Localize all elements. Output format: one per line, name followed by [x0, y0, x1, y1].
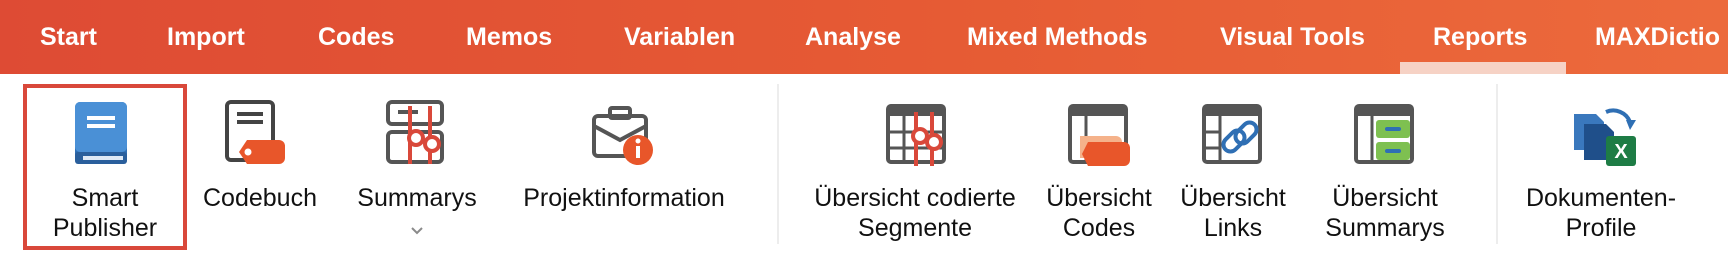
group-separator — [1496, 84, 1498, 244]
ribbon-tab-bar: Start Import Codes Memos Variablen Analy… — [0, 0, 1728, 74]
tab-mixed-methods[interactable]: Mixed Methods — [967, 0, 1148, 74]
uebersicht-codierte-segmente-button[interactable]: Übersicht codierte Segmente — [802, 84, 1028, 250]
uebersicht-summarys-button[interactable]: Übersicht Summarys — [1312, 84, 1458, 250]
tab-memos[interactable]: Memos — [466, 0, 552, 74]
uebersicht-codierte-segmente-label-line2: Segmente — [858, 214, 972, 242]
codebuch-button[interactable]: Codebuch — [195, 84, 325, 250]
uebersicht-codes-label-line1: Übersicht — [1046, 184, 1152, 212]
uebersicht-codes-label-line2: Codes — [1062, 214, 1136, 242]
chevron-down-icon[interactable] — [405, 224, 429, 238]
tab-maxdictio[interactable]: MAXDictio — [1595, 0, 1720, 74]
uebersicht-links-label-line1: Übersicht — [1180, 184, 1286, 212]
dokumenten-profile-button[interactable]: X Dokumenten- Profile — [1516, 84, 1686, 250]
table-segments-icon — [886, 104, 946, 166]
uebersicht-links-label-line2: Links — [1203, 214, 1263, 242]
uebersicht-summarys-label-line2: Summarys — [1325, 214, 1445, 242]
summarys-label: Summarys — [357, 184, 477, 212]
tab-import[interactable]: Import — [167, 0, 245, 74]
uebersicht-summarys-label-line1: Übersicht — [1332, 184, 1438, 212]
table-summarys-icon — [1354, 104, 1414, 164]
tab-codes[interactable]: Codes — [318, 0, 394, 74]
selection-highlight — [23, 84, 187, 250]
codebuch-label: Codebuch — [203, 184, 317, 212]
active-tab-indicator — [1400, 62, 1566, 74]
tab-start[interactable]: Start — [40, 0, 97, 74]
svg-text:X: X — [1614, 141, 1628, 163]
table-links-icon — [1202, 104, 1262, 164]
uebersicht-codes-button[interactable]: Übersicht Codes — [1036, 84, 1162, 250]
group-separator — [777, 84, 779, 244]
dokumenten-profile-label-line2: Profile — [1565, 214, 1637, 242]
table-codes-icon — [1068, 104, 1130, 166]
dokumenten-profile-label-line1: Dokumenten- — [1525, 184, 1677, 212]
summary-icon — [386, 100, 444, 164]
briefcase-info-icon — [592, 106, 653, 165]
tab-variablen[interactable]: Variablen — [624, 0, 735, 74]
excel-export-icon: X — [1574, 108, 1636, 166]
tab-visual-tools[interactable]: Visual Tools — [1220, 0, 1365, 74]
codebook-icon — [225, 100, 285, 164]
projektinformation-label: Projektinformation — [523, 184, 725, 212]
uebersicht-links-button[interactable]: Übersicht Links — [1168, 84, 1298, 250]
uebersicht-codierte-segmente-label-line1: Übersicht codierte — [814, 184, 1016, 212]
tab-analyse[interactable]: Analyse — [805, 0, 901, 74]
projektinformation-button[interactable]: Projektinformation — [512, 84, 736, 250]
